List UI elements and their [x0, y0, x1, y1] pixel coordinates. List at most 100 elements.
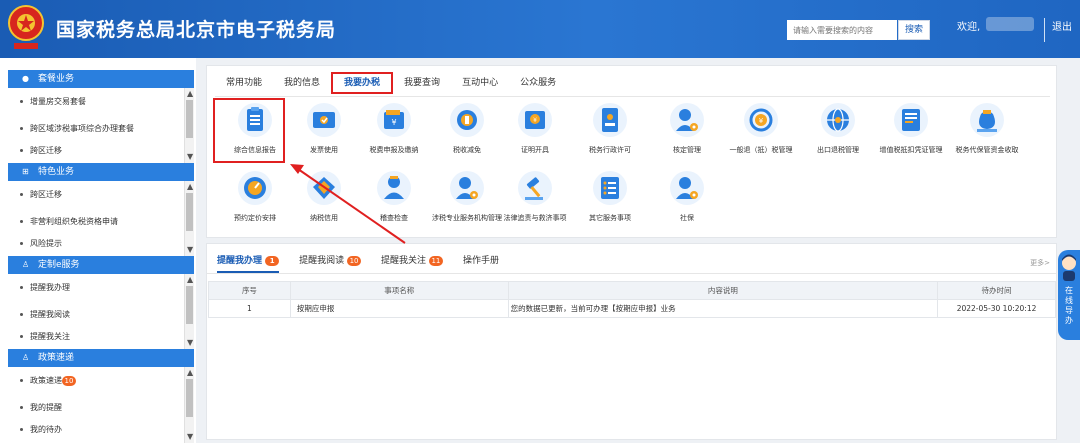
scroll-up-icon[interactable]: ▲	[187, 183, 193, 191]
sidebar-item[interactable]: 风险提示	[8, 235, 194, 249]
tab-do-tax[interactable]: 我要办税	[331, 72, 394, 94]
service-item[interactable]: 社保	[652, 170, 722, 223]
sidebar-item[interactable]: 跨区迁移	[8, 181, 194, 208]
scroll-up-icon[interactable]: ▲	[187, 369, 193, 377]
sidebar-section-header[interactable]: ⊞ 特色业务	[8, 163, 194, 181]
service-item[interactable]: ¥ 证明开具	[500, 102, 570, 155]
scrollbar[interactable]: ▲ ▼	[184, 88, 194, 163]
scroll-thumb[interactable]	[186, 379, 193, 417]
sidebar-item[interactable]: 提醒我办理	[8, 274, 194, 301]
cell-no: 1	[208, 299, 291, 318]
sidebar-list: 提醒我办理 提醒我阅读 提醒我关注 ▲ ▼	[8, 274, 194, 349]
service-item[interactable]: ¥ 税费申报及缴纳	[359, 102, 429, 155]
service-item[interactable]: 法律追责与救济事项	[500, 170, 570, 223]
sidebar-item[interactable]: 提醒我关注	[8, 328, 194, 342]
sidebar-item[interactable]: 我的待办	[8, 421, 194, 435]
tab-remind-follow[interactable]: 提醒我关注 11	[381, 253, 443, 273]
sidebar-item[interactable]: 跨区域涉税事项综合办理套餐	[8, 115, 194, 142]
service-item[interactable]: 稽查检查	[359, 170, 429, 223]
service-item[interactable]: 纳税信用	[289, 170, 359, 223]
sidebar-item[interactable]: 提醒我阅读	[8, 301, 194, 328]
service-item[interactable]: 发票使用	[289, 102, 359, 155]
scroll-down-icon[interactable]: ▼	[187, 433, 193, 441]
column-header: 待办时间	[937, 281, 1056, 300]
tab-label: 操作手册	[462, 256, 499, 266]
service-label: 综合信息报告	[234, 146, 276, 154]
svg-text:¥: ¥	[391, 118, 396, 127]
service-label: 社保	[680, 214, 694, 222]
welcome-text: 欢迎,	[957, 22, 981, 33]
service-label: 一般退（抵）税管理	[729, 146, 793, 154]
tab-manual[interactable]: 操作手册	[463, 253, 499, 273]
online-guide-button[interactable]: 在线导办	[1058, 250, 1080, 340]
sidebar-item[interactable]: 跨区迁移	[8, 142, 194, 156]
service-item[interactable]: 综合信息报告	[220, 102, 290, 155]
search-button[interactable]: 搜索	[898, 20, 930, 40]
service-item[interactable]: 涉税专业服务机构管理	[432, 170, 502, 223]
list-icon	[593, 171, 627, 205]
scroll-thumb[interactable]	[186, 100, 193, 138]
scroll-thumb[interactable]	[186, 193, 193, 231]
scrollbar[interactable]: ▲ ▼	[184, 274, 194, 349]
count-badge: 1	[265, 255, 280, 266]
tab-common[interactable]: 常用功能	[215, 72, 273, 94]
header-bar: 国家税务总局北京市电子税务局 搜索 欢迎, 退出	[0, 0, 1080, 58]
section-title: 套餐业务	[38, 74, 75, 84]
circle-icon: ●	[22, 74, 29, 83]
user-gear-icon	[450, 171, 484, 205]
tab-remind-read[interactable]: 提醒我阅读 10	[299, 253, 362, 273]
search-input[interactable]	[787, 20, 897, 40]
sidebar-item[interactable]: 我的提醒	[8, 394, 194, 421]
service-label: 增值税抵扣凭证管理	[879, 146, 943, 154]
scroll-down-icon[interactable]: ▼	[187, 246, 193, 254]
sidebar-section-header[interactable]: ♙ 定制e服务	[8, 256, 194, 274]
column-header: 序号	[208, 281, 291, 300]
sidebar-item-label: 提醒我关注	[30, 332, 70, 341]
sidebar-section-package: ● 套餐业务 增量房交易套餐 跨区域涉税事项综合办理套餐 跨区迁移 ▲ ▼	[8, 70, 194, 163]
service-item[interactable]: ¥ 一般退（抵）税管理	[726, 102, 796, 155]
service-item[interactable]: 核定管理	[652, 102, 722, 155]
globe-icon	[821, 103, 855, 137]
clipboard-icon	[238, 103, 272, 137]
tab-interaction[interactable]: 互动中心	[451, 72, 509, 94]
service-item[interactable]: 增值税抵扣凭证管理	[876, 102, 946, 155]
bullet	[20, 193, 23, 196]
service-item[interactable]: 税收减免	[432, 102, 502, 155]
service-item[interactable]: 出口退税管理	[803, 102, 873, 155]
service-item[interactable]: 预约定价安排	[220, 170, 290, 223]
scroll-up-icon[interactable]: ▲	[187, 276, 193, 284]
sidebar-item[interactable]: 增量房交易套餐	[8, 88, 194, 115]
bullet	[20, 286, 23, 289]
tab-query[interactable]: 我要查询	[393, 72, 451, 94]
count-badge: 11	[428, 255, 443, 266]
sidebar-section-header[interactable]: ● 套餐业务	[8, 70, 194, 88]
scroll-thumb[interactable]	[186, 286, 193, 324]
tab-remind-handle[interactable]: 提醒我办理 1	[217, 253, 280, 273]
scrollbar[interactable]: ▲ ▼	[184, 181, 194, 256]
sidebar-item[interactable]: 非营利组织免税资格申请	[8, 208, 194, 235]
cell-desc: 您的数据已更新，当前可办理【按期应申报】业务	[507, 299, 939, 318]
scroll-up-icon[interactable]: ▲	[187, 90, 193, 98]
sidebar-section-header[interactable]: ♙ 政策速递	[8, 349, 194, 367]
tab-my-info[interactable]: 我的信息	[273, 72, 331, 94]
user-name-blurred	[986, 17, 1034, 31]
logout-link[interactable]: 退出	[1052, 18, 1072, 33]
scrollbar[interactable]: ▲ ▼	[184, 367, 194, 443]
service-label: 核定管理	[673, 146, 701, 154]
cell-name[interactable]: 按期应申报	[289, 299, 509, 318]
service-label: 涉税专业服务机构管理	[432, 214, 502, 222]
table-row[interactable]: 1 按期应申报 您的数据已更新，当前可办理【按期应申报】业务 2022-05-3…	[208, 299, 1056, 318]
more-link[interactable]: 更多>	[1030, 258, 1050, 268]
tab-public-service[interactable]: 公众服务	[509, 72, 567, 94]
grid-icon: ⊞	[22, 167, 29, 176]
svg-text:¥: ¥	[533, 117, 537, 124]
scroll-down-icon[interactable]: ▼	[187, 339, 193, 347]
service-item[interactable]: 其它服务事项	[575, 170, 645, 223]
bullet	[20, 335, 23, 338]
scroll-down-icon[interactable]: ▼	[187, 153, 193, 161]
service-label: 发票使用	[310, 146, 338, 154]
bullet	[20, 220, 23, 223]
service-item[interactable]: 税务行政许可	[575, 102, 645, 155]
sidebar-item[interactable]: 政策速递 10	[8, 367, 194, 394]
service-item[interactable]: 税务代保管资金收取	[952, 102, 1022, 155]
